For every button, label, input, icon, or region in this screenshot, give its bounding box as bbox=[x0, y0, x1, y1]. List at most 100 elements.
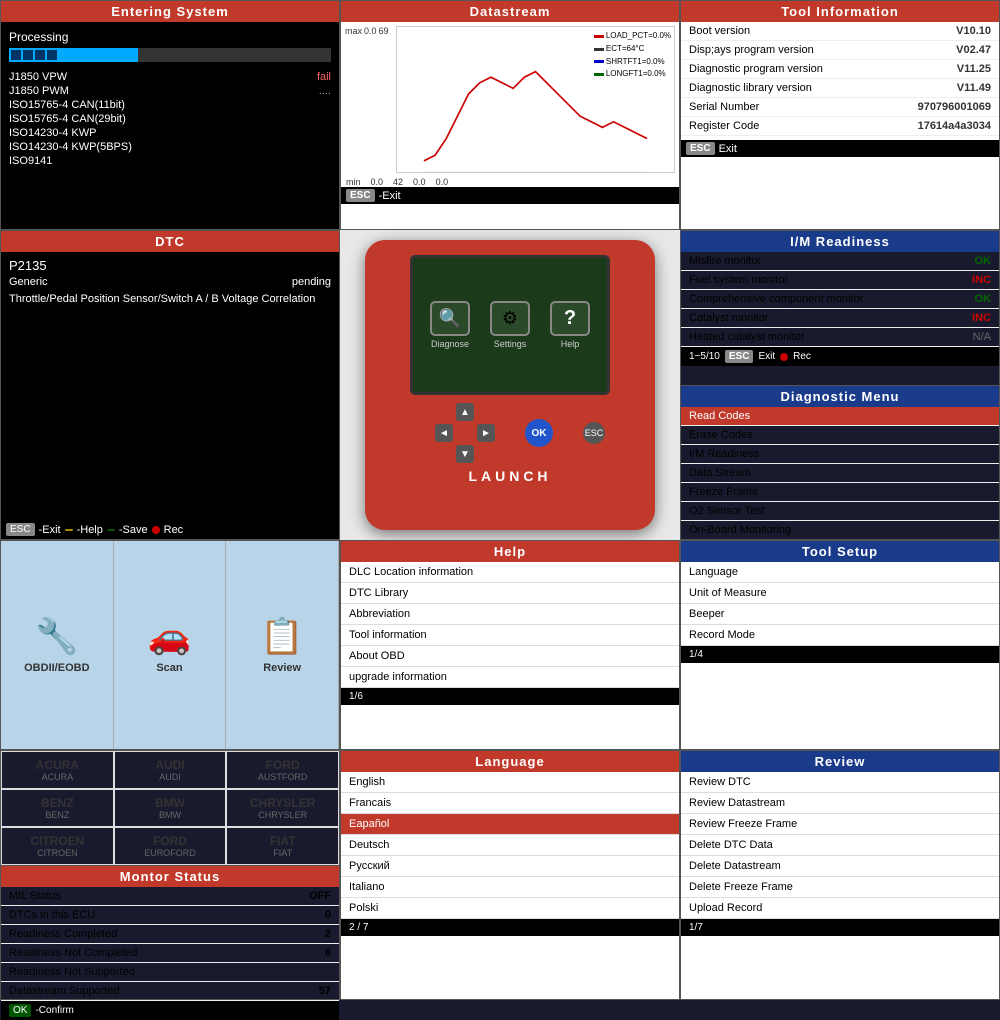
es-row-kwp: ISO14230-4 KWP bbox=[9, 126, 331, 140]
diag-menu-item[interactable]: Read Codes bbox=[681, 407, 999, 426]
help-page: 1/6 bbox=[349, 691, 363, 702]
scan-cell-review[interactable]: 📋 Review bbox=[226, 541, 339, 749]
review-item[interactable]: Delete Freeze Frame bbox=[681, 877, 999, 898]
es-row-iso11bit: ISO15765-4 CAN(11bit) bbox=[9, 98, 331, 112]
review-item[interactable]: Delete Datastream bbox=[681, 856, 999, 877]
esc-btn[interactable]: ESC bbox=[583, 422, 605, 444]
diagnose-label: Diagnose bbox=[431, 339, 469, 349]
es-row-iso29bit: ISO15765-4 CAN(29bit) bbox=[9, 112, 331, 126]
language-item[interactable]: Русский bbox=[341, 856, 679, 877]
ds-exit-label: -Exit bbox=[379, 190, 401, 202]
im-row: Misfire monitorOK bbox=[681, 252, 999, 271]
tool-setup-panel: Tool Setup LanguageUnit of MeasureBeeper… bbox=[680, 540, 1000, 750]
diag-menu-item[interactable]: O2 Sensor Test bbox=[681, 502, 999, 521]
help-bottom: 1/6 bbox=[341, 688, 679, 705]
dtc-help-btn[interactable] bbox=[65, 529, 73, 531]
brand-cell[interactable]: FORDEUROFORD bbox=[114, 827, 227, 865]
diag-menu-item[interactable]: On-Board Monitoring bbox=[681, 521, 999, 540]
ds-esc-btn[interactable]: ESC bbox=[346, 189, 375, 202]
ts-rows: LanguageUnit of MeasureBeeperRecord Mode bbox=[681, 562, 999, 646]
tool-setup-item[interactable]: Language bbox=[681, 562, 999, 583]
device-help[interactable]: ? Help bbox=[550, 301, 590, 349]
brand-cell[interactable]: BMWBMW bbox=[114, 789, 227, 827]
es-row-j1850pwm: J1850 PWM .... bbox=[9, 84, 331, 98]
language-item[interactable]: Eapañol bbox=[341, 814, 679, 835]
brands-panel: ACURAACURAAUDIAUDIFORDAUSTFORD BENZBENZBM… bbox=[1, 751, 339, 866]
nav-right-btn[interactable]: ► bbox=[477, 424, 495, 442]
tool-info-panel: Tool Information Boot versionV10.10Disp;… bbox=[680, 0, 1000, 230]
review-item[interactable]: Review DTC bbox=[681, 772, 999, 793]
monitor-status-panel: Montor Status MIL StatusOFFDTCs in this … bbox=[1, 866, 339, 1020]
tool-info-header: Tool Information bbox=[681, 1, 999, 22]
ds-max-val2: 69 bbox=[379, 26, 389, 36]
datastream-header: Datastream bbox=[341, 1, 679, 22]
im-rec-label: Rec bbox=[793, 351, 811, 362]
dtc-exit-label: -Exit bbox=[39, 524, 61, 536]
diagnose-icon: 🔍 bbox=[430, 301, 470, 336]
tool-setup-item[interactable]: Beeper bbox=[681, 604, 999, 625]
device-screen: 🔍 Diagnose ⚙ Settings ? Help bbox=[410, 255, 610, 395]
diagnostic-menu-header: Diagnostic Menu bbox=[681, 386, 999, 407]
device-diagnose[interactable]: 🔍 Diagnose bbox=[430, 301, 470, 349]
brand-cell[interactable]: CHRYSLERCHRYSLER bbox=[226, 789, 339, 827]
help-item[interactable]: Tool information bbox=[341, 625, 679, 646]
review-item[interactable]: Upload Record bbox=[681, 898, 999, 919]
tool-info-esc-btn[interactable]: ESC bbox=[686, 142, 715, 155]
im-row: Heated catalyst monitorN/A bbox=[681, 328, 999, 347]
dtc-save-btn[interactable] bbox=[107, 529, 115, 531]
processing-label: Processing bbox=[9, 30, 331, 44]
language-item[interactable]: English bbox=[341, 772, 679, 793]
ds-min-val4: 0.0 bbox=[436, 177, 449, 187]
dtc-code: P2135 bbox=[9, 258, 331, 273]
review-item[interactable]: Review Freeze Frame bbox=[681, 814, 999, 835]
tool-info-row: Serial Number970796001069 bbox=[681, 98, 999, 117]
im-row: Fuel system monitorINC bbox=[681, 271, 999, 290]
scan-cell-obdii[interactable]: 🔧 OBDII/EOBD bbox=[1, 541, 114, 749]
ds-min-val3: 0.0 bbox=[413, 177, 426, 187]
ok-btn[interactable]: OK bbox=[525, 419, 553, 447]
brand-cell[interactable]: BENZBENZ bbox=[1, 789, 114, 827]
nav-down-btn[interactable]: ▼ bbox=[456, 445, 474, 463]
dtc-esc-btn[interactable]: ESC bbox=[6, 523, 35, 536]
language-item[interactable]: Italiano bbox=[341, 877, 679, 898]
tool-setup-item[interactable]: Record Mode bbox=[681, 625, 999, 646]
ds-min-val: 0.0 bbox=[371, 177, 384, 187]
help-item[interactable]: DTC Library bbox=[341, 583, 679, 604]
brand-cell[interactable]: FORDAUSTFORD bbox=[226, 751, 339, 789]
ms-ok-btn[interactable]: OK bbox=[9, 1004, 31, 1017]
brand-cell[interactable]: CITROENCITROEN bbox=[1, 827, 114, 865]
language-item[interactable]: Francais bbox=[341, 793, 679, 814]
help-item[interactable]: About OBD bbox=[341, 646, 679, 667]
tool-setup-item[interactable]: Unit of Measure bbox=[681, 583, 999, 604]
datastream-panel: Datastream max 0.0 69 LOAD_PCT=0.0% ECT=… bbox=[340, 0, 680, 230]
help-label: Help bbox=[561, 339, 580, 349]
language-item[interactable]: Deutsch bbox=[341, 835, 679, 856]
monitor-status-row: Readiness Completed2 bbox=[1, 925, 339, 944]
diag-menu-item[interactable]: I/M Readiness bbox=[681, 445, 999, 464]
help-item[interactable]: upgrade information bbox=[341, 667, 679, 688]
im-esc-btn[interactable]: ESC bbox=[725, 350, 754, 363]
help-item[interactable]: Abbreviation bbox=[341, 604, 679, 625]
help-item[interactable]: DLC Location information bbox=[341, 562, 679, 583]
dtc-header: DTC bbox=[1, 231, 339, 252]
brand-cell[interactable]: ACURAACURA bbox=[1, 751, 114, 789]
diag-menu-item[interactable]: Erase Codes bbox=[681, 426, 999, 445]
ts-bottom: 1/4 bbox=[681, 646, 999, 663]
diag-rows: Read CodesErase CodesI/M ReadinessData S… bbox=[681, 407, 999, 540]
dtc-bottom-bar: ESC -Exit -Help -Save Rec bbox=[1, 520, 339, 539]
scan-cell-scan[interactable]: 🚗 Scan bbox=[114, 541, 227, 749]
review-item[interactable]: Delete DTC Data bbox=[681, 835, 999, 856]
diag-menu-item[interactable]: Data Stream bbox=[681, 464, 999, 483]
nav-left-btn[interactable]: ◄ bbox=[435, 424, 453, 442]
review-item[interactable]: Review Datastream bbox=[681, 793, 999, 814]
diag-menu-item[interactable]: Freeze Frame bbox=[681, 483, 999, 502]
brand-cell[interactable]: AUDIAUDI bbox=[114, 751, 227, 789]
review-icon: 📋 bbox=[260, 616, 304, 657]
language-item[interactable]: Polski bbox=[341, 898, 679, 919]
review-panel: Review Review DTCReview DatastreamReview… bbox=[680, 750, 1000, 1000]
monitor-status-row: Readiness Not Completed6 bbox=[1, 944, 339, 963]
dtc-status: Generic pending bbox=[9, 276, 331, 288]
brand-cell[interactable]: FIATFIAT bbox=[226, 827, 339, 865]
device-settings[interactable]: ⚙ Settings bbox=[490, 301, 530, 349]
nav-up-btn[interactable]: ▲ bbox=[456, 403, 474, 421]
